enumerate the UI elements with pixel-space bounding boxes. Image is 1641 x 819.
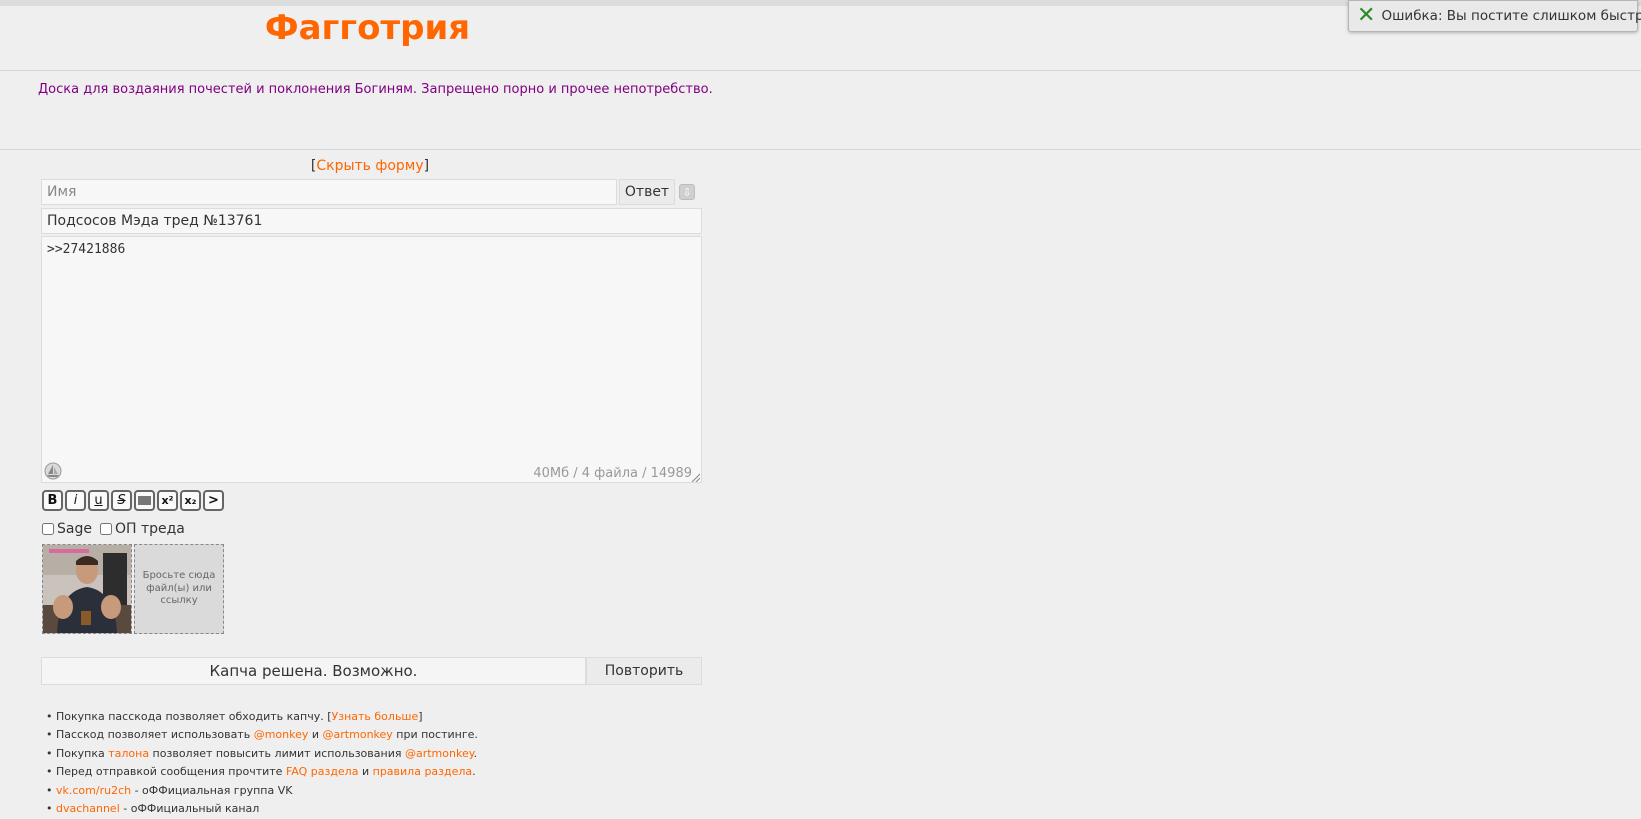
vk-link[interactable]: vk.com/ru2ch — [56, 784, 131, 797]
rule-text: • Перед отправкой сообщения прочтите — [46, 765, 286, 779]
faq-link[interactable]: FAQ раздела — [286, 765, 359, 778]
format-toolbar: B i u S x² x₂ > — [42, 490, 224, 511]
underline-label: u — [94, 493, 103, 508]
op-checkbox[interactable] — [99, 523, 112, 535]
close-x-icon[interactable]: ✕ — [1357, 5, 1375, 27]
sage-checkbox[interactable] — [42, 523, 54, 535]
comment-textarea[interactable]: >>27421886 — [41, 236, 702, 483]
hide-form-link[interactable]: Скрыть форму — [316, 158, 423, 174]
rule-text: - оФФициальная группа VK — [131, 783, 293, 797]
strike-label: S — [117, 493, 126, 508]
strike-button[interactable]: S — [111, 490, 132, 511]
expand-arrow-icon[interactable]: ⇩ — [679, 184, 695, 200]
retry-captcha-button[interactable]: Повторить — [586, 657, 702, 685]
subscript-button[interactable]: x₂ — [180, 490, 201, 511]
rule-item: • Покупка талона позволяет повысить лими… — [46, 745, 478, 763]
rule-text: позволяет повысить лимит использования — [149, 746, 405, 760]
rule-text: • Покупка — [46, 746, 109, 760]
rule-text: и — [358, 765, 373, 779]
upload-limit-counter: 40Мб / 4 файла / 14989 — [533, 466, 692, 481]
rules-list: • Покупка пасскода позволяет обходить ка… — [46, 708, 478, 818]
post-options: Sage ОП треда — [40, 521, 191, 537]
talon-link[interactable]: талона — [108, 747, 149, 760]
divider-bottom — [0, 149, 1641, 150]
error-toast[interactable]: ✕ Ошибка: Вы постите слишком быстро. — [1348, 0, 1641, 32]
name-input[interactable] — [41, 179, 617, 205]
sage-label: Sage — [57, 521, 92, 537]
op-option[interactable]: ОП треда — [98, 521, 185, 537]
spoiler-icon — [138, 496, 151, 505]
rule-item: • Перед отправкой сообщения прочтите FAQ… — [46, 763, 478, 781]
rule-text: . — [472, 765, 476, 779]
learn-more-link[interactable]: Узнать больше — [332, 710, 419, 723]
board-description: Доска для воздаяния почестей и поклонени… — [38, 82, 713, 97]
board-rules-link[interactable]: правила раздела — [373, 765, 473, 778]
rule-item: • Пасскод позволяет использовать @monkey… — [46, 726, 478, 744]
file-dropzone[interactable]: Бросьте сюда файл(ы) или ссылку — [134, 544, 224, 634]
captcha-status: Капча решена. Возможно. — [41, 657, 586, 685]
rule-text: • — [46, 783, 56, 797]
italic-label: i — [73, 493, 78, 508]
rule-text: - оФФициальный канал — [119, 802, 260, 816]
quote-button[interactable]: > — [203, 490, 224, 511]
resize-grip-icon[interactable] — [690, 472, 700, 482]
spoiler-button[interactable] — [134, 490, 155, 511]
superscript-button[interactable]: x² — [157, 490, 178, 511]
reply-button[interactable]: Ответ — [619, 179, 675, 205]
attached-image-thumbnail[interactable] — [42, 544, 132, 634]
bold-label: B — [47, 493, 58, 508]
italic-button[interactable]: i — [65, 490, 86, 511]
rule-item: • dvachannel - оФФициальный канал — [46, 800, 478, 818]
op-label: ОП треда — [114, 521, 185, 537]
subscript-label: x₂ — [184, 494, 197, 507]
subject-input[interactable] — [41, 208, 702, 234]
rule-text: . — [473, 746, 478, 760]
bold-button[interactable]: B — [42, 490, 63, 511]
underline-button[interactable]: u — [88, 490, 109, 511]
artmonkey-link[interactable]: @artmonkey — [405, 747, 474, 760]
channel-link[interactable]: dvachannel — [56, 802, 120, 815]
superscript-label: x² — [161, 494, 174, 507]
board-title[interactable]: Фагготрия — [0, 8, 735, 48]
sail-icon[interactable] — [44, 462, 62, 480]
rule-text: • — [46, 802, 56, 816]
rule-item: • vk.com/ru2ch - оФФициальная группа VK — [46, 782, 478, 800]
toast-text: Ошибка: Вы постите слишком быстро. — [1381, 8, 1641, 24]
rule-text: ] — [418, 710, 423, 723]
sage-option[interactable]: Sage — [40, 521, 92, 537]
monkey-link[interactable]: @monkey — [254, 728, 309, 741]
rule-text: при постинге. — [392, 728, 478, 742]
rule-text: • Пасскод позволяет использовать — [46, 728, 254, 742]
artmonkey-link[interactable]: @artmonkey — [323, 728, 393, 741]
hide-form-toggle: [Скрыть форму] — [0, 158, 740, 174]
divider-top — [0, 70, 1641, 71]
rule-item: • Покупка пасскода позволяет обходить ка… — [46, 708, 478, 726]
bracket-close: ] — [423, 158, 430, 174]
thumbnail-image — [43, 545, 131, 633]
rule-text: • Покупка пасскода позволяет обходить ка… — [46, 710, 332, 723]
quote-label: > — [208, 493, 219, 508]
rule-text: и — [308, 728, 323, 742]
